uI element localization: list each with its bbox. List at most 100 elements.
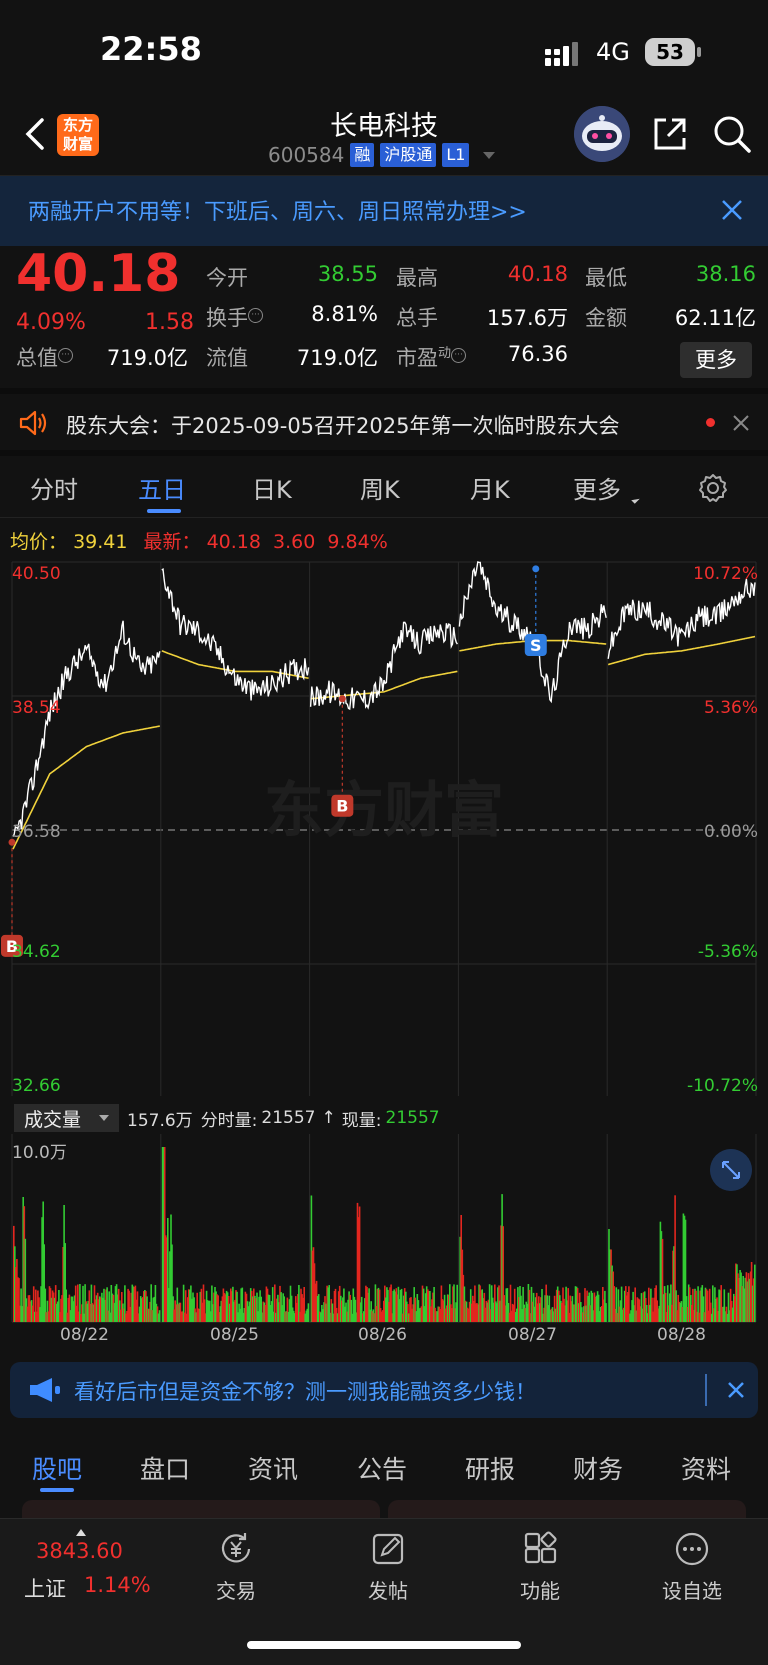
active-tab-indicator (40, 1488, 74, 1492)
y-tick-left-2: 36.58 (12, 822, 61, 842)
mktcap-value: 719.0亿 (106, 346, 188, 370)
pe-label: 市盈动 ··· (396, 342, 467, 372)
amount-label: 金额 (585, 306, 627, 330)
close-icon[interactable] (720, 198, 744, 222)
y-tick-left-4: 32.66 (12, 1076, 61, 1096)
x-tick-0: 08/22 (60, 1325, 109, 1345)
battery-indicator: 53 (645, 38, 695, 66)
volume-scale: 10.0万 (12, 1143, 67, 1163)
expand-up-icon[interactable] (76, 1529, 86, 1536)
nav-functions[interactable]: 功能 (500, 1529, 580, 1604)
nav-post[interactable]: 发帖 (348, 1529, 428, 1604)
ad-text[interactable]: 看好后市但是资金不够？测一测我能融资多少钱！ (74, 1376, 536, 1406)
promo-banner[interactable]: 两融开户不用等！下班后、周六、周日照常办理>> (0, 176, 768, 246)
close-icon[interactable] (732, 414, 750, 432)
tab-weekly-k[interactable]: 周K (360, 470, 400, 505)
speaker-icon (19, 410, 47, 436)
tab-more[interactable]: 更多 (573, 470, 621, 505)
nav-trade[interactable]: 交易 (196, 1529, 276, 1604)
tab-financials[interactable]: 财务 (573, 1450, 623, 1486)
tab-news[interactable]: 资讯 (248, 1450, 298, 1486)
open-label: 今开 (206, 266, 248, 290)
nav-watchlist-label: 设自选 (662, 1579, 722, 1603)
latest-percent: 9.84% (327, 531, 388, 553)
x-tick-3: 08/27 (508, 1325, 557, 1345)
last-price: 40.18 (16, 244, 181, 304)
period-volume-label: 分时量: (200, 1110, 258, 1131)
tag-connect: 沪股通 (380, 143, 437, 167)
tab-order-book[interactable]: 盘口 (140, 1450, 190, 1486)
volume-chart[interactable] (0, 1134, 768, 1324)
tab-five-day[interactable]: 五日 (138, 470, 186, 505)
volume-bar (307, 1303, 310, 1322)
float-value: 719.0亿 (296, 346, 378, 370)
y-tick-left-0: 40.50 (12, 564, 61, 584)
margin-ad-bar[interactable]: 看好后市但是资金不够？测一测我能融资多少钱！ (10, 1362, 758, 1418)
up-arrow-icon: ↑ (321, 1108, 336, 1128)
more-button[interactable]: 更多 (680, 342, 752, 378)
latest-label: 最新： (143, 531, 201, 553)
tab-profile[interactable]: 资料 (681, 1450, 731, 1486)
nav-post-label: 发帖 (368, 1579, 408, 1603)
expand-icon[interactable] (710, 1149, 752, 1191)
avg-label: 均价： (10, 531, 68, 553)
index-value[interactable]: 3843.60 (36, 1539, 123, 1563)
stock-code: 600584 (268, 143, 345, 167)
divider (705, 1374, 707, 1406)
y-tick-right-4: -10.72% (687, 1076, 758, 1096)
nav-functions-label: 功能 (520, 1579, 560, 1603)
notice-bar[interactable]: 股东大会：于2025-09-05召开2025年第一次临时股东大会 (0, 388, 768, 456)
price-chart-svg[interactable]: 东方财富 BBS (0, 556, 768, 1099)
current-volume-label: 现量: (341, 1110, 382, 1131)
yuan-cycle-icon (221, 1533, 251, 1563)
price-line (161, 567, 310, 701)
period-volume-value: 21557 (261, 1108, 316, 1128)
notice-text[interactable]: 股东大会：于2025-09-05召开2025年第一次临时股东大会 (66, 410, 619, 440)
edit-icon (372, 1533, 404, 1565)
volume-value: 157.6万 (486, 306, 568, 330)
more-dots-icon (675, 1532, 709, 1566)
more-dots-icon: ··· (451, 348, 467, 363)
open-value: 38.55 (317, 262, 378, 286)
tab-announcements[interactable]: 公告 (357, 1450, 407, 1486)
nav-trade-label: 交易 (216, 1579, 256, 1603)
tab-forum[interactable]: 股吧 (32, 1450, 82, 1486)
promo-text[interactable]: 两融开户不用等！下班后、周六、周日照常办理>> (28, 194, 527, 226)
search-icon[interactable] (712, 114, 752, 154)
current-volume-value: 21557 (385, 1108, 440, 1128)
volume-header: 成交量 157.6万 分时量: 21557 ↑ 现量: 21557 (14, 1104, 440, 1132)
indicator-label: 成交量 (24, 1108, 82, 1131)
stock-header: 东方 财富 长电科技 600584 融 沪股通 L1 (0, 100, 768, 176)
index-name[interactable]: 上证 (24, 1573, 66, 1603)
latest-value: 40.18 (206, 531, 261, 553)
tab-monthly-k[interactable]: 月K (470, 470, 510, 505)
indicator-select[interactable]: 成交量 (14, 1104, 120, 1132)
watermark: 东方财富 (264, 776, 504, 846)
chart-period-tabs: 分时 五日 日K 周K 月K 更多 (0, 458, 768, 518)
tab-daily-k[interactable]: 日K (252, 470, 292, 505)
share-icon[interactable] (650, 114, 690, 154)
volume-bar (754, 1264, 756, 1322)
card-strip (0, 1500, 768, 1520)
close-icon[interactable] (726, 1380, 746, 1400)
turnover-label: 换手 ··· (206, 302, 263, 332)
stock-code-row[interactable]: 600584 融 沪股通 L1 (268, 142, 496, 168)
status-time: 22:58 (100, 30, 202, 68)
nav-watchlist[interactable]: 设自选 (652, 1529, 732, 1604)
more-dots-icon: ··· (248, 308, 263, 323)
x-tick-1: 08/25 (210, 1325, 259, 1345)
tab-intraday[interactable]: 分时 (30, 470, 78, 505)
five-day-chart[interactable]: 东方财富 BBS 40.50 38.54 36.58 34.62 32.66 1… (0, 556, 768, 1099)
volume-bar (456, 1284, 458, 1322)
high-label: 最高 (396, 266, 438, 290)
gear-icon[interactable] (697, 472, 729, 504)
tag-level: L1 (442, 143, 470, 167)
price-line (607, 578, 756, 659)
index-percent[interactable]: 1.14% (84, 1573, 151, 1597)
volume-label: 总手 (396, 306, 438, 330)
volume-total: 157.6万 (127, 1110, 193, 1131)
tab-research[interactable]: 研报 (465, 1450, 515, 1486)
y-tick-left-1: 38.54 (12, 698, 61, 718)
y-tick-left-3: 34.62 (12, 942, 61, 962)
assistant-robot-icon[interactable] (574, 106, 630, 162)
